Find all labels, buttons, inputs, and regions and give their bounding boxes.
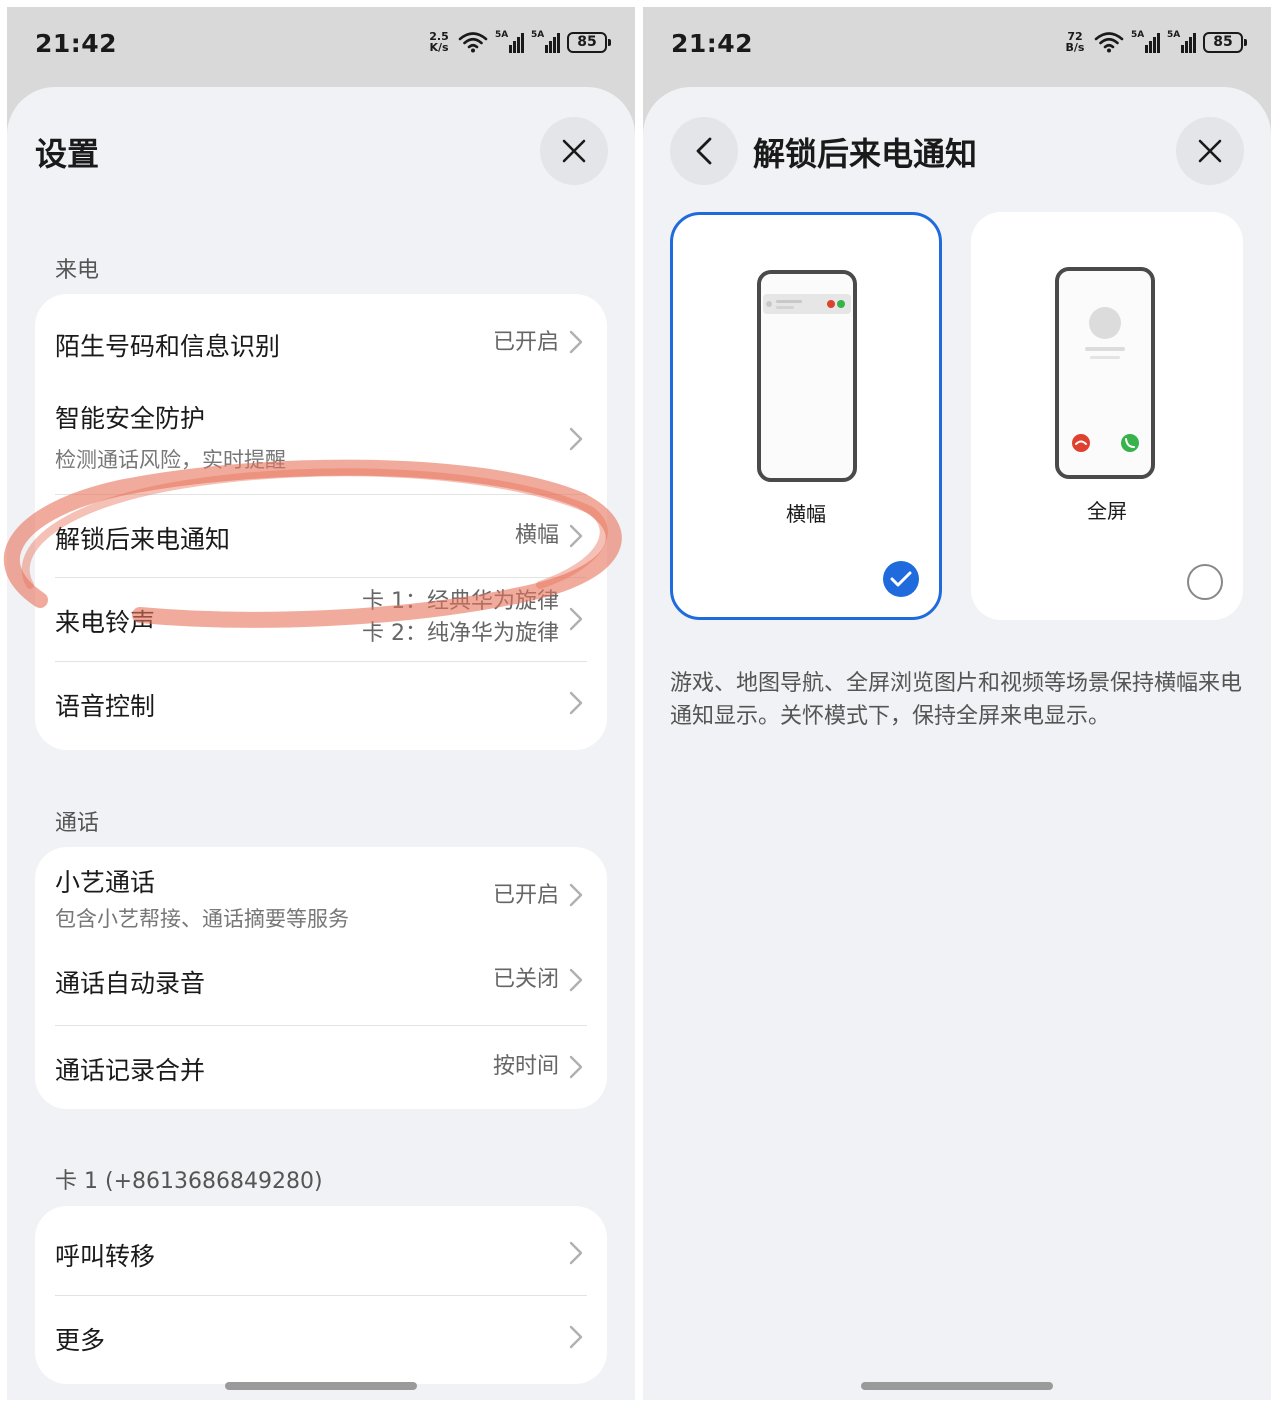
network-type: 5A <box>495 30 509 40</box>
row-more[interactable]: 更多 <box>35 1295 607 1384</box>
section-label-card1: 卡 1 (+8613686849280) <box>55 1169 323 1194</box>
incoming-card: 陌生号码和信息识别 已开启 智能安全防护 检测通话风险，实时提醒 解锁后来电通知… <box>35 294 607 750</box>
row-title: 智能安全防护 <box>55 404 206 433</box>
row-voice-control[interactable]: 语音控制 <box>35 661 607 750</box>
row-ringtone[interactable]: 来电铃声 卡 1：经典华为旋律 卡 2：纯净华为旋律 <box>35 577 607 661</box>
call-card: 小艺通话 包含小艺帮接、通话摘要等服务 已开启 通话自动录音 已关闭 通话记录合… <box>35 847 607 1109</box>
wifi-icon <box>458 32 488 53</box>
row-value: 已开启 <box>492 330 559 355</box>
row-smart-security[interactable]: 智能安全防护 检测通话风险，实时提醒 <box>35 389 607 494</box>
settings-sheet: 设置 来电 陌生号码和信息识别 已开启 智能安全防护 检测通话风险，实时提醒 解… <box>7 87 635 1400</box>
chevron-right-icon <box>569 883 583 907</box>
chevron-right-icon <box>569 1055 583 1079</box>
cellular-signal-icon: 5A <box>1167 30 1196 53</box>
page-title: 设置 <box>35 135 100 173</box>
row-title: 通话记录合并 <box>55 1056 206 1085</box>
option-label: 全屏 <box>1087 499 1127 523</box>
row-subtitle: 检测通话风险，实时提醒 <box>55 448 286 472</box>
row-subtitle: 包含小艺帮接、通话摘要等服务 <box>55 907 349 931</box>
status-bar: 21:42 2.5 K/s 5A 5A 85 <box>7 7 635 87</box>
status-time: 21:42 <box>35 29 118 58</box>
row-auto-record[interactable]: 通话自动录音 已关闭 <box>35 942 607 1025</box>
ringtone-card2: 卡 2：纯净华为旋律 <box>362 621 559 646</box>
row-title: 小艺通话 <box>55 868 156 897</box>
battery-icon: 85 <box>1203 31 1247 53</box>
chevron-right-icon <box>569 968 583 992</box>
banner-preview-phone-icon <box>757 270 857 482</box>
row-merge-records[interactable]: 通话记录合并 按时间 <box>35 1025 607 1109</box>
network-type: 5A <box>1167 30 1181 40</box>
close-icon <box>562 139 586 163</box>
row-title: 呼叫转移 <box>55 1242 156 1271</box>
battery-icon: 85 <box>567 31 611 53</box>
unlock-notification-screen: 21:42 72 B/s 5A 5A 85 解锁后来电通知 横幅 全屏 游戏、地… <box>643 7 1271 1400</box>
option-fullscreen[interactable]: 全屏 <box>971 212 1243 620</box>
network-speed: 2.5 K/s <box>429 30 449 54</box>
fullscreen-preview-phone-icon <box>1055 267 1155 479</box>
row-value: 已关闭 <box>492 967 559 992</box>
back-arrow-icon <box>696 137 712 165</box>
network-speed: 72 B/s <box>1065 30 1085 54</box>
network-type: 5A <box>1131 30 1145 40</box>
status-icons: 72 B/s 5A 5A 85 <box>1063 30 1247 54</box>
option-label: 横幅 <box>786 502 826 526</box>
network-type: 5A <box>531 30 545 40</box>
row-value: 按时间 <box>492 1054 559 1079</box>
ringtone-card1: 卡 1：经典华为旋律 <box>362 589 559 614</box>
row-stranger-id[interactable]: 陌生号码和信息识别 已开启 <box>35 294 607 389</box>
row-title: 解锁后来电通知 <box>55 525 231 554</box>
chevron-right-icon <box>569 691 583 715</box>
close-icon <box>1198 139 1222 163</box>
row-title: 语音控制 <box>55 692 156 721</box>
row-call-forwarding[interactable]: 呼叫转移 <box>35 1206 607 1295</box>
chevron-right-icon <box>569 427 583 451</box>
row-title: 来电铃声 <box>55 608 156 637</box>
option-description: 游戏、地图导航、全屏浏览图片和视频等场景保持横幅来电通知显示。关怀模式下，保持全… <box>670 671 1243 729</box>
chevron-right-icon <box>569 1325 583 1349</box>
row-title: 陌生号码和信息识别 <box>55 332 281 361</box>
radio-unselected-icon[interactable] <box>1187 564 1223 600</box>
row-title: 更多 <box>55 1326 106 1355</box>
home-indicator[interactable] <box>861 1382 1053 1390</box>
close-button[interactable] <box>540 117 608 185</box>
ringtone-values: 卡 1：经典华为旋律 卡 2：纯净华为旋律 <box>362 586 559 650</box>
page-title: 解锁后来电通知 <box>753 135 978 173</box>
status-time: 21:42 <box>671 29 754 58</box>
close-button[interactable] <box>1176 117 1244 185</box>
wifi-icon <box>1094 32 1124 53</box>
chevron-right-icon <box>569 330 583 354</box>
option-banner[interactable]: 横幅 <box>670 212 942 620</box>
row-title: 通话自动录音 <box>55 969 206 998</box>
card1-card: 呼叫转移 更多 <box>35 1206 607 1384</box>
section-label-incoming: 来电 <box>55 258 100 283</box>
row-value: 已开启 <box>492 883 559 908</box>
home-indicator[interactable] <box>225 1382 417 1390</box>
status-icons: 2.5 K/s 5A 5A 85 <box>427 30 611 54</box>
chevron-right-icon <box>569 1241 583 1265</box>
row-xiaoyi-call[interactable]: 小艺通话 包含小艺帮接、通话摘要等服务 已开启 <box>35 847 607 942</box>
banner-preview-illustration <box>763 294 851 314</box>
cellular-signal-icon: 5A <box>495 30 524 53</box>
back-button[interactable] <box>670 117 738 185</box>
fullscreen-preview-illustration <box>1072 307 1139 452</box>
detail-sheet: 解锁后来电通知 横幅 全屏 游戏、地图导航、全屏浏览图片和视频等场景保持横幅来电… <box>643 87 1271 1400</box>
row-value: 横幅 <box>514 523 559 548</box>
radio-selected-check-icon[interactable] <box>883 561 919 597</box>
chevron-right-icon <box>569 524 583 548</box>
cellular-signal-icon: 5A <box>1131 30 1160 53</box>
cellular-signal-icon: 5A <box>531 30 560 53</box>
status-bar: 21:42 72 B/s 5A 5A 85 <box>643 7 1271 87</box>
section-label-call: 通话 <box>55 811 100 836</box>
chevron-right-icon <box>569 607 583 631</box>
settings-screen: 21:42 2.5 K/s 5A 5A 85 设置 来电 陌生号码和信息识别 已… <box>7 7 635 1400</box>
row-unlock-call-notification[interactable]: 解锁后来电通知 横幅 <box>35 494 607 577</box>
